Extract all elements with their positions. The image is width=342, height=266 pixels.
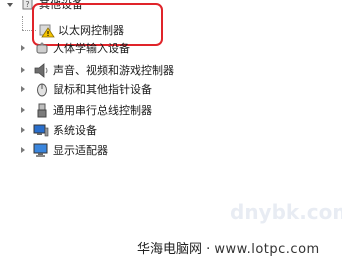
watermark-url: www.lotpc.com (214, 242, 320, 257)
tree-item-label: 人体学输入设备 (53, 42, 130, 55)
computer-icon (33, 123, 49, 138)
tree-item-label: 显示适配器 (53, 144, 108, 157)
tree-item-usb[interactable]: 通用串行总线控制器 (0, 101, 200, 120)
expand-arrow-icon[interactable] (21, 67, 25, 73)
collapse-arrow-icon[interactable] (7, 3, 13, 7)
tree-item-label: 声音、视频和游戏控制器 (53, 64, 174, 77)
speaker-icon (33, 63, 49, 78)
tree-item-hid[interactable]: 人体学输入设备 (0, 39, 160, 58)
tree-item-mouse[interactable]: 鼠标和其他指针设备 (0, 80, 200, 99)
tree-item-system-devices[interactable]: 系统设备 (0, 121, 140, 140)
watermark-site: 华海电脑网 · (137, 242, 215, 257)
expand-arrow-icon[interactable] (21, 45, 25, 51)
tree-item-label: 通用串行总线控制器 (53, 104, 152, 117)
watermark-faint: dnybk.com (230, 200, 342, 224)
device-tree: ? 其他设备 以太网控制器 人体学输入设备 声音、视频和游戏控制器 鼠标和其他指… (0, 0, 342, 266)
expand-arrow-icon[interactable] (21, 107, 25, 113)
svg-text:?: ? (25, 0, 29, 9)
tree-item-label: 鼠标和其他指针设备 (53, 83, 152, 96)
tree-item-display-adapters[interactable]: 显示适配器 (0, 141, 140, 160)
hid-icon (34, 41, 50, 56)
tree-item-label: 系统设备 (53, 124, 97, 137)
expand-arrow-icon[interactable] (21, 127, 25, 133)
usb-icon (34, 103, 50, 118)
expand-arrow-icon[interactable] (21, 86, 25, 92)
watermark: 华海电脑网 · www.lotpc.com (137, 238, 320, 257)
mouse-icon (34, 82, 50, 97)
tree-item-sound-video-game[interactable]: 声音、视频和游戏控制器 (0, 61, 220, 80)
expand-arrow-icon[interactable] (21, 147, 25, 153)
monitor-icon (33, 143, 49, 158)
